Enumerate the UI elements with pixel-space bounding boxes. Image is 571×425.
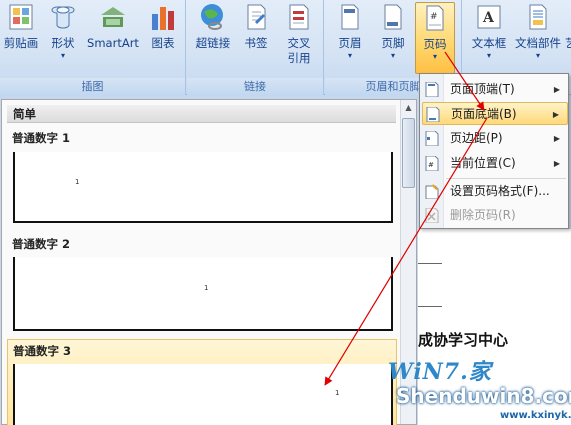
crossref-icon [289,4,309,30]
current-position-icon: # [425,156,439,171]
menu-item-current-position[interactable]: # 当前位置(C) ▶ [422,152,568,175]
menu-item-remove-page-number[interactable]: 删除页码(R) [422,204,568,227]
shapes-dropdown-icon[interactable]: ▾ [46,51,80,61]
docparts-dropdown-icon[interactable]: ▾ [513,51,563,61]
gallery-preview: 1 [13,152,393,223]
watermark-sub: www.kxinyk.com [500,410,571,421]
gallery-item-plain-number-3[interactable]: 普通数字 3 1 [7,339,397,425]
preview-page-number: 1 [75,178,80,186]
menu-item-label: 设置页码格式(F)... [450,184,550,198]
page-number-dropdown-icon[interactable]: ▾ [416,52,454,62]
docparts-button[interactable]: 文档部件 ▾ [513,2,563,61]
bookmark-icon [247,4,266,30]
gallery-section-title: 简单 [7,105,396,123]
page-top-icon [425,82,439,97]
menu-item-label: 当前位置(C) [450,156,516,170]
footer-icon [384,4,402,30]
page-margin-icon [425,131,439,146]
textbox-button[interactable]: A 文本框 ▾ [467,2,511,61]
clipart-icon [9,4,33,30]
gallery-item-label: 普通数字 1 [12,131,71,145]
docparts-icon [529,4,547,30]
header-button[interactable]: 页眉 ▾ [331,2,369,61]
clipart-label: 剪贴画 [3,36,39,50]
textbox-icon: A [477,5,501,29]
smartart-label: SmartArt [87,36,139,50]
hyperlink-icon [201,4,223,30]
svg-text:A: A [482,10,495,26]
gallery-preview: 1 [13,364,393,425]
menu-item-page-bottom[interactable]: 页面底端(B) ▶ [422,102,568,125]
page-number-gallery: 简单 普通数字 1 1 普通数字 2 1 普通数字 3 1 ▲ [1,99,417,425]
menu-item-page-top[interactable]: 页面顶端(T) ▶ [422,78,568,101]
group-links: 超链接 书签 交叉 引用 链接 [187,0,324,95]
page-number-icon: # [426,5,444,31]
wordart-button-partial[interactable]: 艺 [565,2,571,51]
submenu-arrow-icon: ▶ [552,110,559,119]
textbox-dropdown-icon[interactable]: ▾ [467,51,511,61]
shapes-label: 形状 [51,36,75,50]
menu-item-label: 页面底端(B) [451,107,517,121]
submenu-arrow-icon: ▶ [553,159,560,168]
crossref-button[interactable]: 交叉 引用 [279,2,319,66]
document-heading: 成协学习中心 [418,331,509,349]
smartart-button[interactable]: SmartArt [84,2,142,51]
submenu-arrow-icon: ▶ [553,85,560,94]
watermark: WiN7.家 Shenduwin8.com www.kxinyk.com [380,350,571,425]
remove-page-number-icon [425,208,439,223]
page-number-menu: 页面顶端(T) ▶ 页面底端(B) ▶ 页边距(P) ▶ # 当前位置(C) ▶… [419,73,569,229]
group-label-illustrations: 插图 [0,78,185,95]
menu-item-label: 删除页码(R) [450,208,516,222]
chart-button[interactable]: 图表 [144,2,182,51]
group-illustrations: 剪贴画 形状 ▾ SmartArt 图表 插图 [0,0,186,95]
header-dropdown-icon[interactable]: ▾ [331,51,369,61]
svg-text:#: # [430,12,438,22]
svg-text:#: # [428,161,434,169]
textbox-label: 文本框 [471,36,507,50]
hyperlink-label: 超链接 [195,36,231,50]
crossref-label-line2: 引用 [287,51,311,65]
docparts-label: 文档部件 [515,36,561,50]
gallery-preview: 1 [13,257,393,331]
bookmark-button[interactable]: 书签 [239,2,273,51]
hyperlink-button[interactable]: 超链接 [193,2,233,51]
menu-item-page-margin[interactable]: 页边距(P) ▶ [422,127,568,150]
shapes-icon [51,6,75,29]
preview-page-number: 1 [204,284,209,292]
page-number-label: 页码 [423,37,447,51]
footer-label: 页脚 [381,36,405,50]
chart-icon [152,7,174,30]
watermark-logo: WiN7.家 [388,359,492,385]
menu-item-label: 页面顶端(T) [450,82,515,96]
chart-label: 图表 [151,36,175,50]
page-number-button[interactable]: # 页码 ▾ [415,2,455,74]
header-label: 页眉 [338,36,362,50]
menu-item-label: 页边距(P) [450,131,503,145]
page-bottom-icon [426,107,440,122]
document-rule-1 [418,263,442,264]
gallery-item-label: 普通数字 3 [13,344,72,358]
preview-page-number: 1 [335,389,340,397]
group-label-links: 链接 [187,78,323,95]
watermark-site: Shenduwin8.com [396,384,571,408]
menu-separator [446,178,566,179]
gallery-item-label: 普通数字 2 [12,237,71,251]
footer-dropdown-icon[interactable]: ▾ [374,51,412,61]
menu-item-format-page-number[interactable]: 设置页码格式(F)... [422,180,568,203]
smartart-icon [101,7,125,27]
header-icon [341,4,359,30]
scroll-up-arrow-icon[interactable]: ▲ [401,100,416,116]
wordart-label-partial: 艺 [565,36,571,50]
wordart-icon [565,2,571,32]
crossref-label-line1: 交叉 [287,36,311,50]
shapes-button[interactable]: 形状 ▾ [46,2,80,61]
document-rule-2 [418,306,442,307]
scroll-thumb[interactable] [402,118,415,188]
format-page-number-icon [425,184,439,199]
submenu-arrow-icon: ▶ [553,134,560,143]
bookmark-label: 书签 [244,36,268,50]
clipart-button[interactable]: 剪贴画 [2,2,40,51]
footer-button[interactable]: 页脚 ▾ [374,2,412,61]
